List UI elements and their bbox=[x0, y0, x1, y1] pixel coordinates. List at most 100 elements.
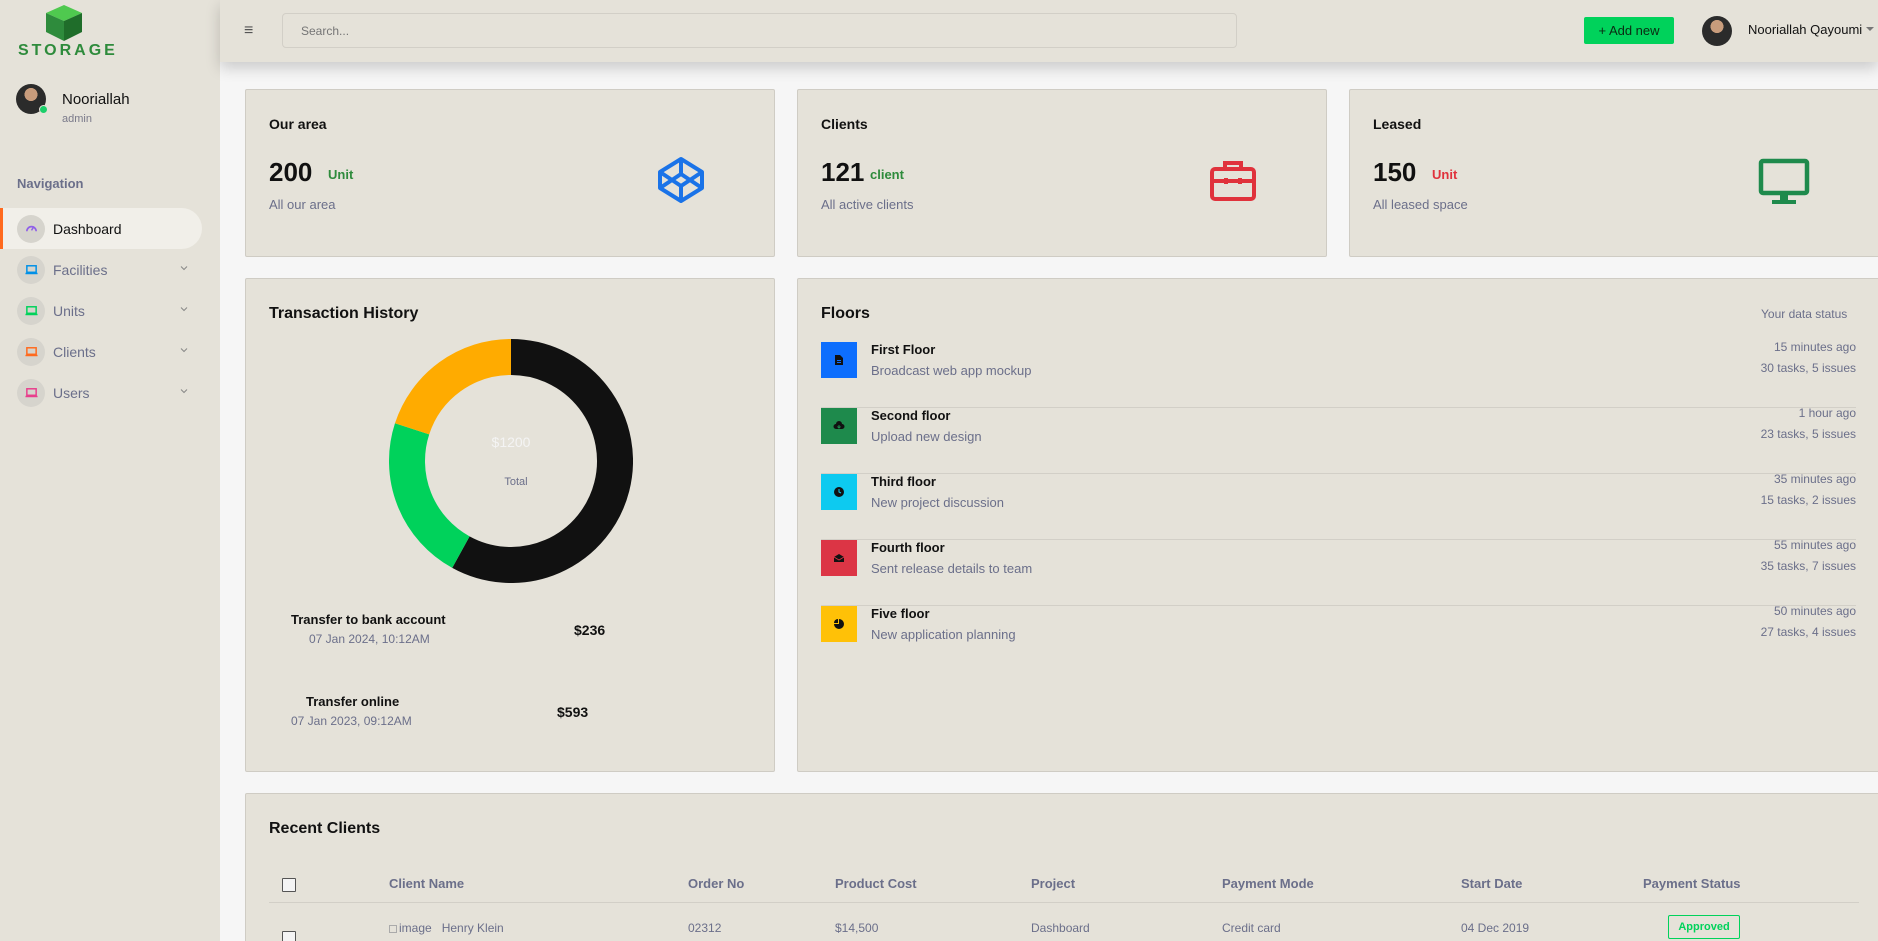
floor-time: 15 minutes ago bbox=[1773, 340, 1856, 354]
chevron-down-icon bbox=[180, 307, 188, 312]
table-divider bbox=[269, 902, 1859, 903]
column-header[interactable]: Payment Mode bbox=[1222, 876, 1314, 891]
profile-role: admin bbox=[62, 113, 92, 125]
floor-desc: New project discussion bbox=[871, 495, 1004, 510]
floors-card: Floors Your data status First Floor Broa… bbox=[797, 278, 1878, 772]
stat-desc: All active clients bbox=[821, 197, 914, 212]
user-menu-name[interactable]: Nooriallah Qayoumi bbox=[1748, 22, 1862, 37]
stat-card-area: Our area 200 Unit All our area bbox=[245, 89, 775, 257]
floor-time: 50 minutes ago bbox=[1773, 604, 1856, 618]
floor-desc: Sent release details to team bbox=[871, 561, 1033, 576]
project-cell: Dashboard bbox=[1031, 921, 1090, 935]
chevron-down-icon bbox=[180, 389, 188, 394]
floor-row[interactable]: Fourth floor Sent release details to tea… bbox=[821, 538, 1856, 606]
cube-logo-icon bbox=[46, 5, 82, 41]
main-content: Our area 200 Unit All our area Clients 1… bbox=[220, 62, 1878, 941]
client-name-cell: image Henry Klein bbox=[389, 921, 504, 935]
floor-time: 35 minutes ago bbox=[1773, 472, 1856, 486]
broken-image-icon bbox=[389, 925, 397, 933]
sidebar-item-units[interactable]: Units bbox=[0, 290, 220, 331]
sidebar-item-label: Dashboard bbox=[53, 220, 122, 237]
column-header[interactable]: Project bbox=[1031, 876, 1075, 891]
laptop-icon bbox=[17, 337, 45, 366]
transaction-date: 07 Jan 2024, 10:12AM bbox=[309, 632, 430, 646]
nav-heading: Navigation bbox=[17, 176, 84, 191]
floor-row[interactable]: Third floor New project discussion 35 mi… bbox=[821, 472, 1856, 540]
chart-pie-icon bbox=[821, 606, 857, 642]
stat-value: 200 bbox=[269, 157, 313, 187]
select-all-checkbox[interactable] bbox=[282, 878, 296, 892]
section-title: Recent Clients bbox=[269, 820, 381, 837]
status-badge: Approved bbox=[1668, 915, 1740, 939]
client-image-alt: image bbox=[399, 921, 432, 935]
sidebar-item-clients[interactable]: Clients bbox=[0, 331, 220, 372]
floor-desc: New application planning bbox=[871, 627, 1016, 642]
transaction-history-card: Transaction History $1200 Total Transfer… bbox=[245, 278, 775, 772]
sidebar: STORAGE Nooriallah admin Navigation Dash… bbox=[0, 0, 220, 941]
brand-logo[interactable]: STORAGE bbox=[18, 4, 115, 60]
sidebar-item-dashboard[interactable]: Dashboard bbox=[0, 208, 202, 249]
order-no-cell: 02312 bbox=[688, 921, 722, 935]
client-name: Henry Klein bbox=[441, 921, 504, 935]
section-title: Transaction History bbox=[269, 305, 419, 322]
sidebar-item-label: Units bbox=[53, 302, 85, 319]
payment-mode-cell: Credit card bbox=[1222, 921, 1281, 935]
floor-row[interactable]: First Floor Broadcast web app mockup 15 … bbox=[821, 340, 1856, 408]
laptop-icon bbox=[17, 255, 45, 284]
stat-unit: Unit bbox=[328, 167, 354, 182]
speedometer-icon bbox=[17, 214, 45, 243]
stat-desc: All our area bbox=[269, 197, 336, 212]
floors-status: Your data status bbox=[1761, 307, 1848, 321]
sidebar-item-users[interactable]: Users bbox=[0, 372, 220, 413]
menu-toggle-icon[interactable]: ≡ bbox=[244, 22, 253, 40]
column-header[interactable]: Order No bbox=[688, 876, 744, 891]
column-header[interactable]: Client Name bbox=[389, 876, 464, 891]
donut-chart bbox=[389, 339, 633, 583]
profile[interactable]: Nooriallah admin bbox=[16, 84, 206, 128]
donut-total-amount: $1200 bbox=[491, 434, 531, 450]
floor-row[interactable]: Five floor New application planning 50 m… bbox=[821, 604, 1856, 672]
donut-slice-0 bbox=[452, 339, 633, 583]
sidebar-item-label: Clients bbox=[53, 343, 96, 360]
stat-desc: All leased space bbox=[1373, 197, 1468, 212]
file-icon bbox=[821, 342, 857, 378]
transaction-amount: $236 bbox=[574, 622, 606, 638]
sidebar-item-facilities[interactable]: Facilities bbox=[0, 249, 220, 290]
start-date-cell: 04 Dec 2019 bbox=[1461, 921, 1530, 935]
avatar bbox=[16, 84, 48, 114]
add-new-button[interactable]: + Add new bbox=[1584, 17, 1674, 44]
profile-name: Nooriallah bbox=[62, 91, 130, 108]
email-icon bbox=[821, 540, 857, 576]
clock-icon bbox=[821, 474, 857, 510]
floor-time: 55 minutes ago bbox=[1773, 538, 1856, 552]
column-header[interactable]: Start Date bbox=[1461, 876, 1522, 891]
stat-unit: Unit bbox=[1432, 167, 1458, 182]
column-header[interactable]: Payment Status bbox=[1643, 876, 1741, 891]
floor-tasks: 15 tasks, 2 issues bbox=[1760, 493, 1856, 507]
floor-name: Second floor bbox=[871, 408, 951, 423]
floor-desc: Upload new design bbox=[871, 429, 982, 444]
caret-down-icon[interactable] bbox=[1866, 27, 1874, 31]
floor-tasks: 23 tasks, 5 issues bbox=[1760, 427, 1856, 441]
product-cost-cell: $14,500 bbox=[835, 921, 879, 935]
search-input[interactable] bbox=[282, 13, 1237, 48]
column-header[interactable]: Product Cost bbox=[835, 876, 917, 891]
nav-list: Dashboard Facilities Units Clients Users bbox=[0, 208, 220, 413]
transaction-amount: $593 bbox=[557, 704, 589, 720]
chevron-down-icon bbox=[180, 266, 188, 271]
donut-slice-2 bbox=[394, 339, 512, 435]
stat-title: Clients bbox=[821, 116, 868, 132]
laptop-icon bbox=[17, 378, 45, 407]
topbar: ≡ + Add new Nooriallah Qayoumi bbox=[220, 0, 1878, 62]
donut-total-label: Total bbox=[504, 476, 528, 488]
laptop-icon bbox=[17, 296, 45, 325]
row-checkbox[interactable] bbox=[282, 931, 296, 941]
floor-tasks: 27 tasks, 4 issues bbox=[1760, 625, 1856, 639]
floor-name: Fourth floor bbox=[871, 540, 945, 555]
section-title: Floors bbox=[821, 305, 870, 322]
sidebar-item-label: Users bbox=[53, 384, 90, 401]
floor-row[interactable]: Second floor Upload new design 1 hour ag… bbox=[821, 406, 1856, 474]
stat-title: Leased bbox=[1373, 116, 1422, 132]
floor-tasks: 35 tasks, 7 issues bbox=[1760, 559, 1856, 573]
avatar[interactable] bbox=[1702, 16, 1732, 46]
